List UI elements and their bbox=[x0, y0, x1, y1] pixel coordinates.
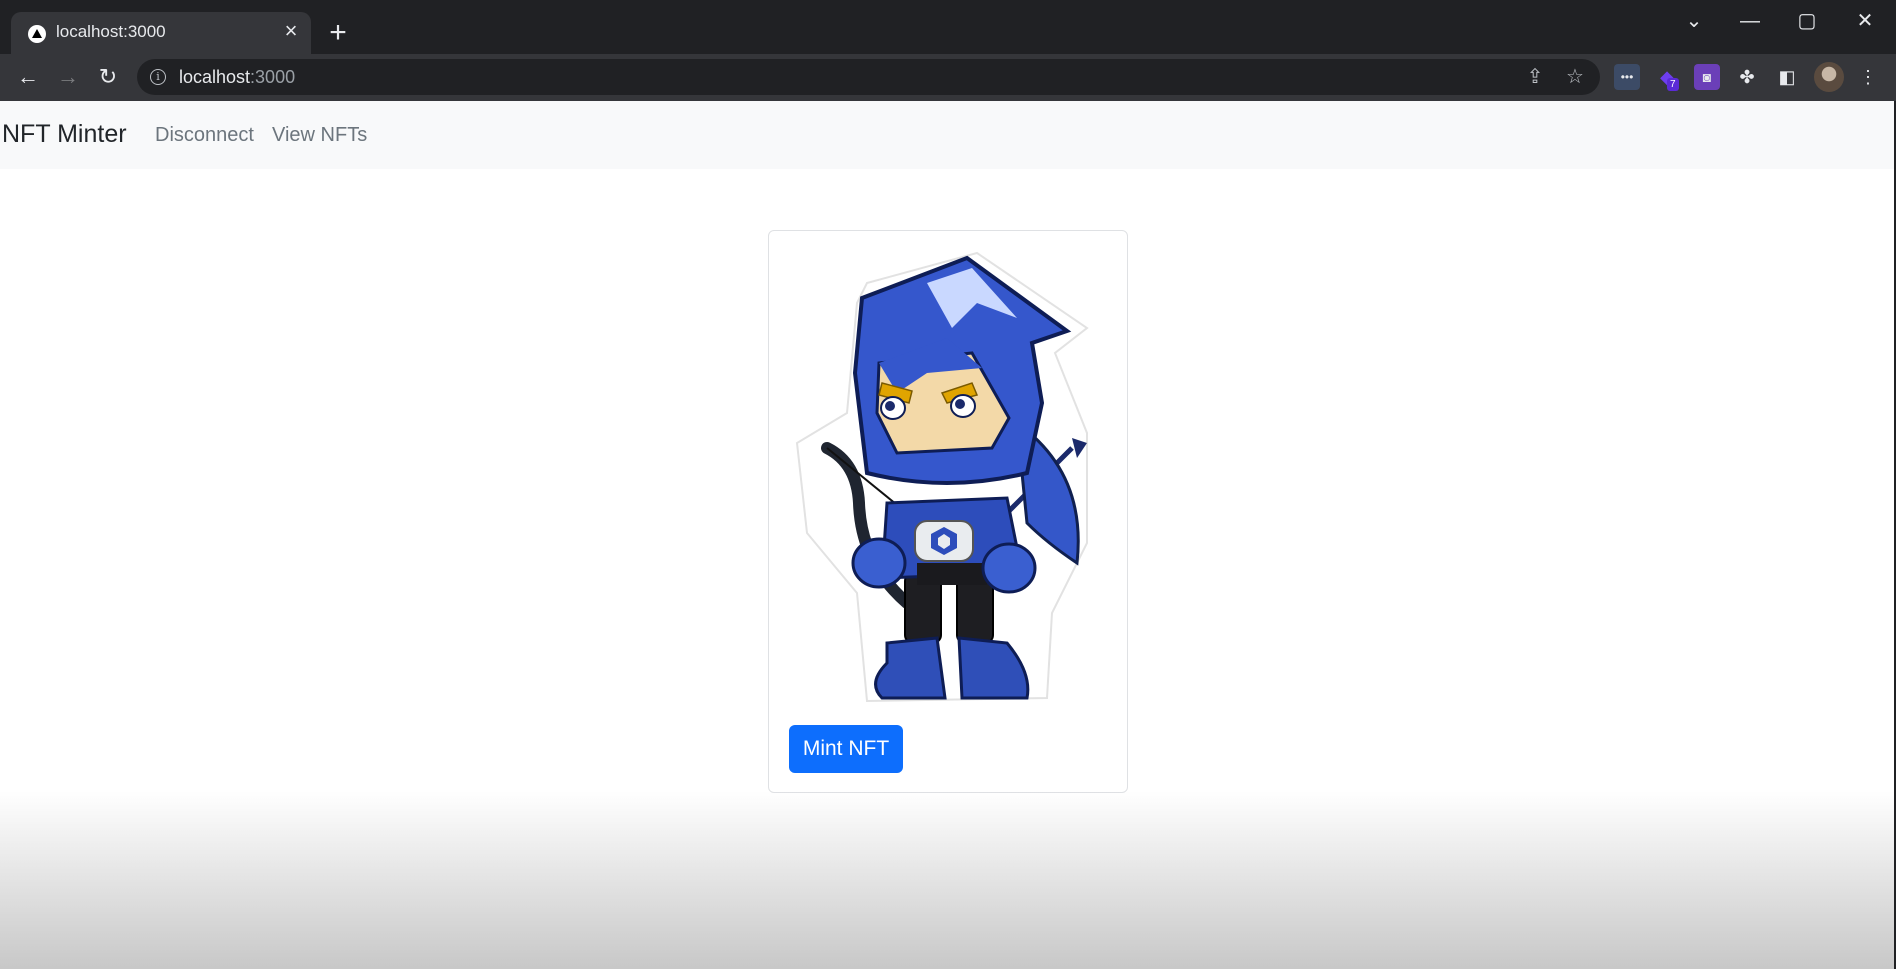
site-info-icon[interactable]: i bbox=[150, 69, 166, 85]
nft-card: Mint NFT bbox=[768, 230, 1128, 793]
forward-button[interactable]: → bbox=[53, 62, 83, 92]
nav-link-view-nfts[interactable]: View NFTs bbox=[272, 124, 367, 147]
tab-title: localhost:3000 bbox=[56, 22, 166, 41]
nav-link-disconnect[interactable]: Disconnect bbox=[155, 124, 254, 147]
url-port: :3000 bbox=[250, 67, 296, 87]
mint-nft-button[interactable]: Mint NFT bbox=[789, 725, 903, 773]
browser-toolbar: ← → ↻ i localhost:3000 ⇪ ☆ ••• ◆ 7 ◙ ✤ ◧… bbox=[0, 54, 1896, 101]
new-tab-button[interactable]: + bbox=[323, 18, 353, 49]
wallet-extension-icon[interactable]: ◙ bbox=[1694, 64, 1720, 90]
reload-button[interactable]: ↻ bbox=[93, 62, 123, 92]
profile-avatar[interactable] bbox=[1814, 62, 1844, 92]
purple-extension-icon[interactable]: ◆ 7 bbox=[1654, 64, 1680, 91]
nft-image bbox=[795, 251, 1089, 703]
tab-search-chevron-icon[interactable]: ⌄ bbox=[1674, 6, 1714, 36]
address-bar[interactable]: i localhost:3000 ⇪ ☆ bbox=[137, 59, 1600, 95]
browser-tabstrip: localhost:3000 × + ⌄ — ▢ ✕ bbox=[0, 0, 1896, 54]
browser-tab[interactable]: localhost:3000 × bbox=[11, 12, 311, 54]
bookmark-star-icon[interactable]: ☆ bbox=[1562, 64, 1588, 90]
back-button[interactable]: ← bbox=[13, 62, 43, 92]
navbar-brand[interactable]: NFT Minter bbox=[2, 120, 127, 149]
url-text[interactable]: localhost:3000 bbox=[179, 67, 295, 88]
minimize-button[interactable]: — bbox=[1730, 6, 1770, 36]
nextjs-icon bbox=[28, 25, 46, 43]
bottom-overlay bbox=[0, 791, 1896, 969]
close-tab-icon[interactable]: × bbox=[279, 20, 303, 44]
puzzle-icon[interactable]: ✤ bbox=[1734, 64, 1760, 90]
page-viewport: NFT Minter Disconnect View NFTs Mint NFT bbox=[0, 101, 1896, 969]
extension-badge: 7 bbox=[1667, 78, 1679, 91]
maximize-button[interactable]: ▢ bbox=[1787, 6, 1827, 36]
close-window-button[interactable]: ✕ bbox=[1845, 6, 1885, 36]
site-navbar: NFT Minter Disconnect View NFTs bbox=[0, 101, 1896, 169]
dots-extension-icon[interactable]: ••• bbox=[1614, 64, 1640, 90]
menu-kebab-icon[interactable]: ⋮ bbox=[1855, 64, 1881, 90]
url-host: localhost bbox=[179, 67, 251, 87]
share-icon[interactable]: ⇪ bbox=[1522, 64, 1548, 90]
side-panel-icon[interactable]: ◧ bbox=[1774, 64, 1800, 90]
